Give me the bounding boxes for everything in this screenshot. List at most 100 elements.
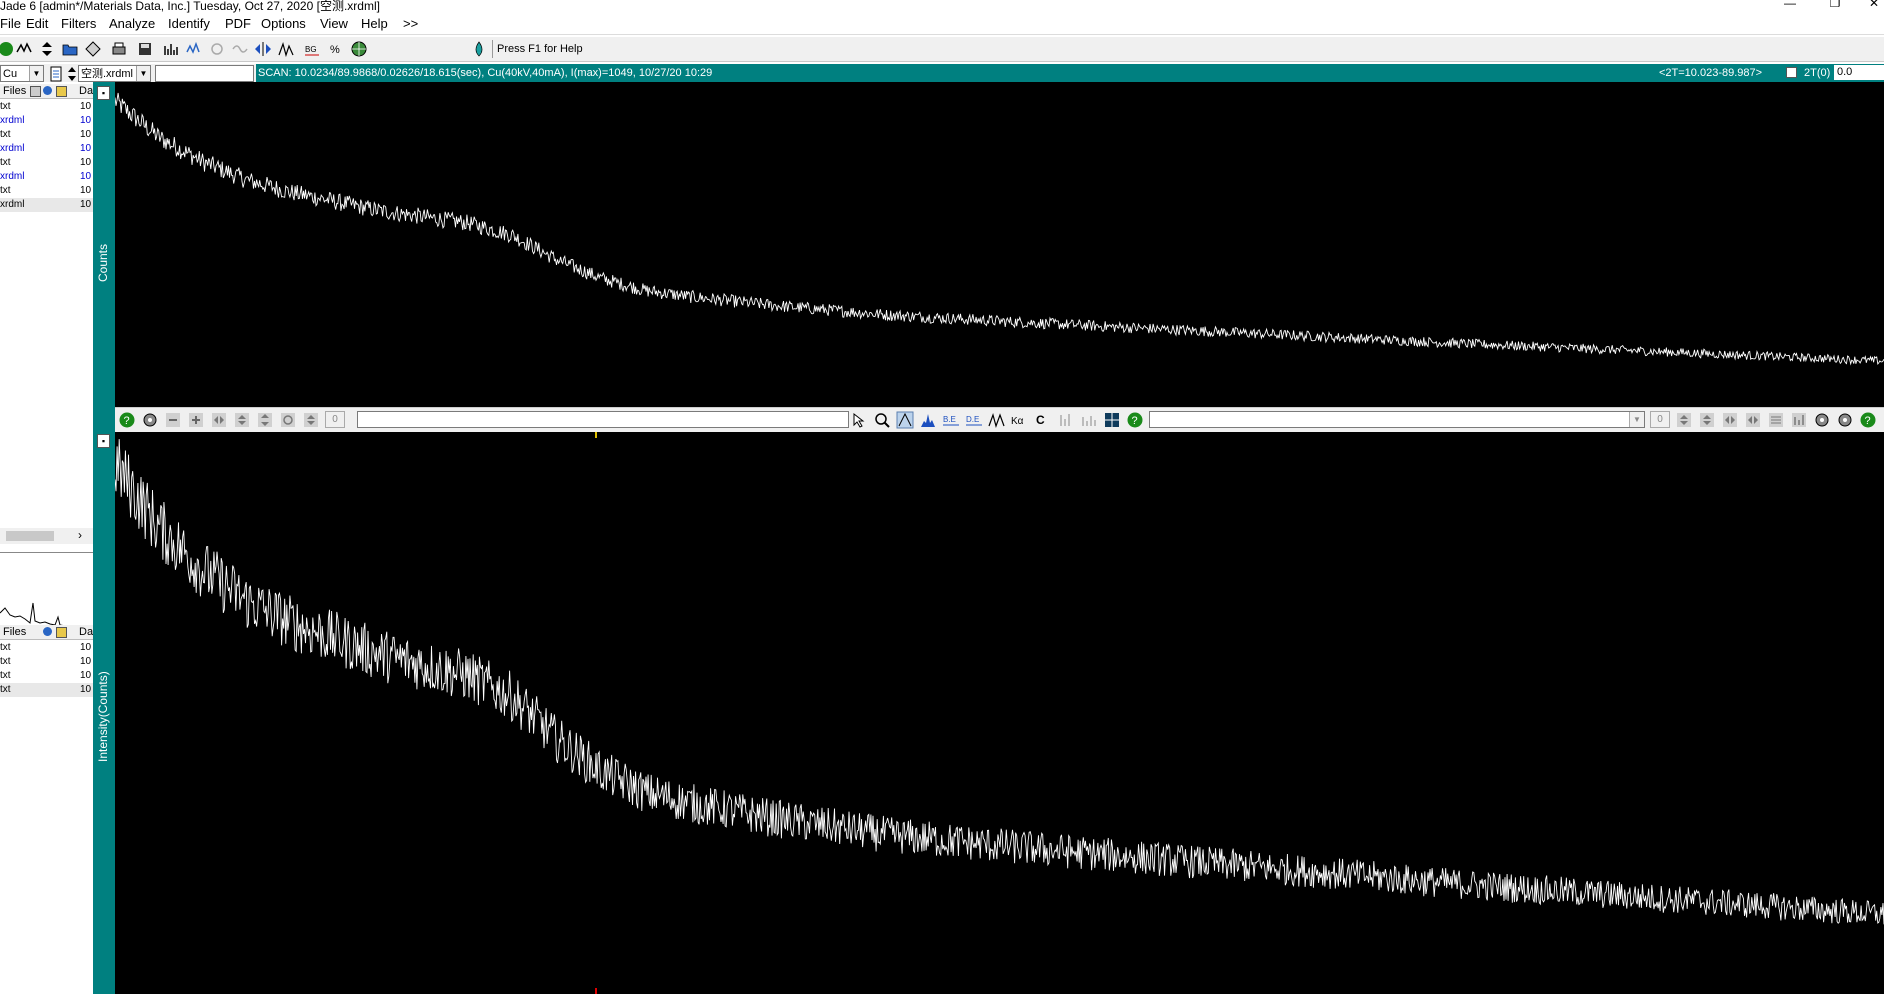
cursor-zoom-icon[interactable]	[850, 411, 868, 429]
help-icon[interactable]: ?	[1859, 411, 1877, 429]
grid-icon[interactable]	[30, 86, 41, 97]
delete-edit-icon[interactable]: D.E	[965, 411, 983, 429]
close-icon[interactable]: ✕	[1864, 0, 1884, 10]
chevron-right-icon[interactable]: ›	[78, 528, 82, 542]
drop-icon[interactable]	[470, 40, 488, 58]
pan-left-right-icon[interactable]	[1721, 411, 1739, 429]
target-icon[interactable]	[1813, 411, 1831, 429]
list-item[interactable]: txt 10	[0, 100, 93, 114]
file-combo[interactable]: 空测.xrdml ▼	[78, 65, 151, 82]
cursor-calc-icon[interactable]: C	[1034, 411, 1052, 429]
bar-view-icon[interactable]	[1790, 411, 1808, 429]
minus-icon[interactable]	[164, 411, 182, 429]
background-edit-icon[interactable]: B.E	[942, 411, 960, 429]
twotheta-zero-checkbox[interactable]	[1786, 67, 1797, 78]
peak-fill-icon[interactable]	[919, 411, 937, 429]
menu-file[interactable]: File	[0, 16, 21, 31]
list-item[interactable]: txt 10	[0, 683, 93, 697]
plus-icon[interactable]	[187, 411, 205, 429]
file-list-scrollbar[interactable]: ›	[0, 528, 93, 544]
counter-right[interactable]: 0	[1650, 411, 1670, 428]
counter-left[interactable]: 0	[325, 411, 345, 428]
overview-plot[interactable]	[115, 82, 1884, 407]
list-item[interactable]: txt 10	[0, 641, 93, 655]
grid-view-icon[interactable]	[1103, 411, 1121, 429]
circle-icon[interactable]	[43, 627, 52, 636]
magnifier-icon[interactable]	[873, 411, 891, 429]
stack-view-icon[interactable]	[1767, 411, 1785, 429]
list-item[interactable]: xrdml 10	[0, 114, 93, 128]
print-icon[interactable]	[110, 40, 128, 58]
files-column-header[interactable]: Files	[3, 625, 26, 639]
help-icon[interactable]: ?	[1126, 411, 1144, 429]
list-item[interactable]: txt 10	[0, 156, 93, 170]
main-pattern-plot[interactable]	[115, 432, 1884, 994]
save-icon[interactable]	[136, 40, 154, 58]
list-item[interactable]: xrdml 10	[0, 170, 93, 184]
circle-icon[interactable]	[43, 86, 52, 95]
shift-vertical-icon[interactable]	[233, 411, 251, 429]
profile-fit-icon[interactable]	[988, 411, 1006, 429]
menu-filters[interactable]: Filters	[61, 16, 96, 31]
menu-edit[interactable]: Edit	[26, 16, 48, 31]
chevron-down-icon[interactable]: ▼	[1629, 412, 1644, 427]
list-item[interactable]: txt 10	[0, 184, 93, 198]
expand-horizontal-icon[interactable]	[254, 40, 272, 58]
refresh-icon[interactable]	[208, 40, 226, 58]
list-item[interactable]: txt 10	[0, 655, 93, 669]
smooth-icon[interactable]	[231, 40, 249, 58]
shift-horizontal-icon[interactable]	[210, 411, 228, 429]
background-icon[interactable]: BG	[303, 40, 321, 58]
globe-icon[interactable]	[350, 40, 368, 58]
twotheta-zero-input[interactable]: 0.0	[1834, 65, 1884, 80]
menu-help[interactable]: Help	[361, 16, 388, 31]
pattern-icon[interactable]	[15, 40, 33, 58]
menu-identify[interactable]: Identify	[168, 16, 210, 31]
minimize-icon[interactable]: —	[1780, 0, 1800, 10]
menu-view[interactable]: View	[320, 16, 348, 31]
bottom-panel-toggle[interactable]: ▪	[97, 434, 110, 448]
phase-combo[interactable]: ▼	[1149, 411, 1645, 428]
menu-pdf[interactable]: PDF	[225, 16, 251, 31]
menu-options[interactable]: Options	[261, 16, 306, 31]
overlay-input[interactable]	[357, 411, 849, 428]
gear-icon[interactable]	[141, 411, 159, 429]
expand-vertical-icon[interactable]	[256, 411, 274, 429]
maximize-icon[interactable]: ❐	[1825, 0, 1845, 10]
arrows-updown-icon[interactable]	[38, 40, 56, 58]
scroll-up-icon[interactable]	[1675, 411, 1693, 429]
list-item[interactable]: xrdml 10	[0, 198, 93, 212]
help-icon[interactable]: ?	[118, 411, 136, 429]
scrollbar-thumb[interactable]	[6, 531, 54, 541]
stick-pattern-icon[interactable]	[1080, 411, 1098, 429]
open-folder-icon[interactable]	[61, 40, 79, 58]
chevron-down-icon[interactable]: ▼	[29, 66, 43, 81]
fit-peaks-icon[interactable]	[277, 40, 295, 58]
scale-icon[interactable]	[302, 411, 320, 429]
percent-icon[interactable]: %	[327, 40, 345, 58]
folder-icon[interactable]	[56, 627, 67, 638]
date-column-header[interactable]: Da	[79, 84, 93, 98]
peak-label-icon[interactable]	[896, 411, 914, 429]
rotate-icon[interactable]	[279, 411, 297, 429]
element-combo[interactable]: Cu ▼	[0, 65, 44, 82]
settings-icon[interactable]	[1836, 411, 1854, 429]
cursor-marker-bottom[interactable]	[595, 988, 597, 994]
files-column-header[interactable]: Files	[3, 84, 26, 98]
chevron-down-icon[interactable]: ▼	[136, 66, 150, 81]
layers-icon[interactable]	[84, 40, 102, 58]
line-marker-icon[interactable]	[1057, 411, 1075, 429]
bars-icon[interactable]	[162, 40, 180, 58]
menu-more[interactable]: >>	[403, 16, 418, 31]
top-panel-toggle[interactable]: ▪	[97, 86, 110, 100]
zoom-in-x-icon[interactable]	[1744, 411, 1762, 429]
list-item[interactable]: xrdml 10	[0, 142, 93, 156]
folder-icon[interactable]	[56, 86, 67, 97]
scroll-down-icon[interactable]	[1698, 411, 1716, 429]
peak-search-icon[interactable]	[185, 40, 203, 58]
kalpha-icon[interactable]: Kα	[1011, 411, 1029, 429]
search-field[interactable]	[155, 65, 254, 82]
date-column-header[interactable]: Da	[79, 625, 93, 639]
list-item[interactable]: txt 10	[0, 128, 93, 142]
list-item[interactable]: txt 10	[0, 669, 93, 683]
